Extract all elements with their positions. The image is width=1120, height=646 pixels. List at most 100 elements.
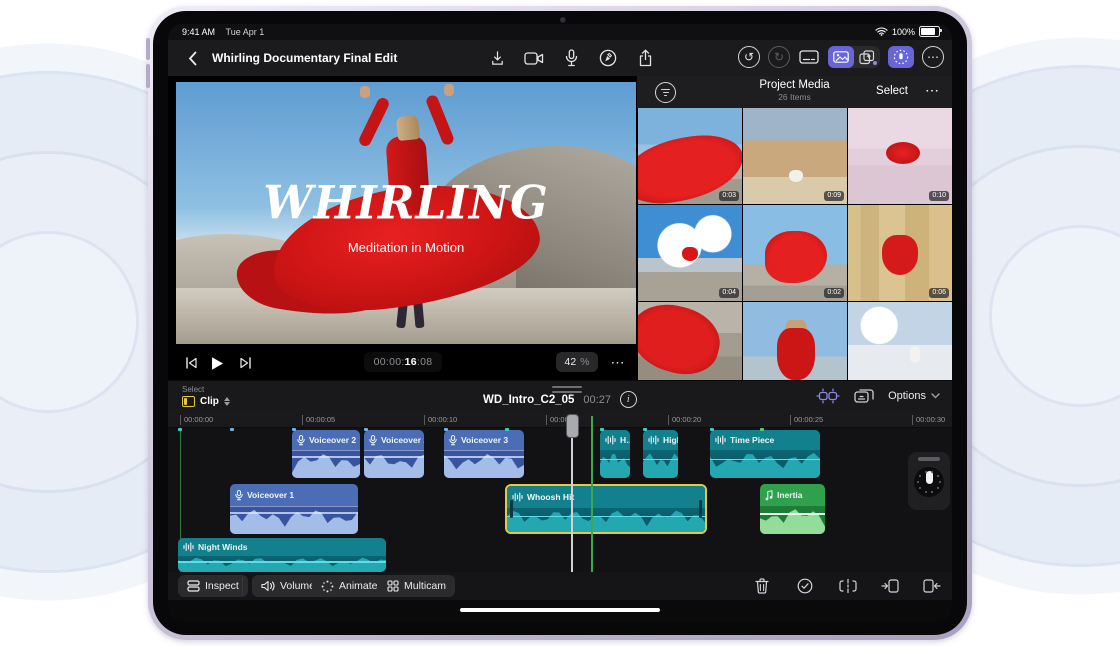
undo-icon[interactable]: ↺ — [738, 46, 760, 68]
overlay-icon[interactable] — [854, 388, 874, 404]
trim-handle-left[interactable] — [510, 500, 513, 518]
clip-marker — [178, 428, 182, 431]
mic-icon[interactable] — [560, 47, 582, 69]
timeline-clip-duration: 00:27 — [583, 394, 611, 406]
timeline-clip[interactable]: Voiceover 2 — [292, 430, 360, 478]
thumbnail-figure — [682, 247, 698, 261]
media-more-icon[interactable]: ⋯ — [925, 82, 940, 99]
volume-line[interactable] — [444, 456, 524, 458]
video-subtitle-overlay: Meditation in Motion — [176, 240, 636, 255]
jog-dial-pip — [937, 475, 939, 477]
insert-left-icon[interactable] — [880, 576, 900, 596]
animate-icon — [321, 580, 334, 593]
media-thumbnail[interactable] — [638, 302, 742, 380]
filter-icon[interactable] — [655, 82, 676, 103]
jog-knob[interactable] — [926, 471, 933, 484]
split-clip-icon[interactable] — [838, 576, 858, 596]
media-thumbnail[interactable]: 0:02 — [743, 205, 847, 301]
inspect-button[interactable]: Inspect — [178, 575, 248, 597]
toolbar-divider — [242, 577, 243, 595]
timeline-clip[interactable]: Inertia — [760, 484, 825, 534]
page: 9:41 AM Tue Apr 1 100% — [0, 0, 1120, 646]
back-button[interactable] — [182, 48, 202, 68]
skimmer-line — [591, 416, 593, 572]
media-thumbnail[interactable]: 0:09 — [743, 108, 847, 204]
timeline-clip[interactable]: Time Piece — [710, 430, 820, 478]
effects-browser-icon[interactable] — [854, 46, 880, 68]
viewer-more-icon[interactable]: ⋯ — [606, 352, 630, 372]
volume-line[interactable] — [178, 561, 386, 563]
video-viewer[interactable]: WHIRLING Meditation in Motion — [176, 82, 636, 344]
home-area — [168, 600, 952, 622]
volume-line[interactable] — [292, 456, 360, 458]
volume-line[interactable] — [643, 459, 678, 461]
zoom-level[interactable]: 42 % — [556, 352, 598, 372]
jog-wheel-widget[interactable] — [908, 452, 950, 510]
media-thumbnail[interactable]: 0:04 — [638, 205, 742, 301]
jog-dial-pip — [919, 475, 921, 477]
timeline-clip[interactable]: Voiceover 1 — [230, 484, 358, 534]
play-button[interactable] — [206, 352, 228, 374]
insert-right-icon[interactable] — [922, 576, 942, 596]
import-icon[interactable] — [486, 47, 508, 69]
media-browser-icon[interactable] — [828, 46, 854, 68]
media-thumbnail[interactable]: 0:10 — [848, 108, 952, 204]
jog-dial[interactable] — [914, 467, 944, 497]
browser-toggle-group — [828, 46, 880, 68]
volume-line[interactable] — [507, 516, 705, 518]
media-thumbnail[interactable] — [743, 302, 847, 380]
timeline-clip[interactable]: Voiceover 2 — [364, 430, 424, 478]
volume-line[interactable] — [230, 512, 358, 514]
timeline[interactable]: 00:00:0000:00:0500:00:1000:00:1500:00:20… — [168, 414, 952, 572]
media-thumbnail[interactable]: 0:03 — [638, 108, 742, 204]
playhead-handle[interactable] — [566, 414, 579, 438]
camera-icon[interactable] — [523, 47, 545, 69]
viewer-panel: WHIRLING Meditation in Motion — [168, 76, 637, 380]
skip-to-start-button[interactable] — [180, 352, 202, 374]
skip-to-end-button[interactable] — [234, 352, 256, 374]
home-indicator[interactable] — [460, 608, 660, 612]
status-time: 9:41 AM — [182, 27, 215, 37]
media-thumbnail[interactable] — [848, 302, 952, 380]
animate-button[interactable]: Animate — [312, 575, 387, 597]
volume-line[interactable] — [600, 459, 630, 461]
info-icon[interactable]: i — [620, 391, 637, 408]
media-thumbnail[interactable]: 0:06 — [848, 205, 952, 301]
trash-icon[interactable] — [752, 576, 772, 596]
volume-line[interactable] — [364, 456, 424, 458]
more-icon[interactable]: ⋯ — [922, 46, 944, 68]
multicam-button[interactable]: Multicam — [378, 575, 455, 597]
inspector-icon — [187, 580, 200, 592]
jog-dial-pip — [917, 481, 919, 483]
share-icon[interactable] — [634, 47, 656, 69]
timeline-clip[interactable]: Voiceover 3 — [444, 430, 524, 478]
options-button[interactable]: Options — [888, 390, 940, 402]
jog-dial-pip — [925, 491, 927, 493]
jog-wheel-icon[interactable] — [888, 46, 914, 68]
magnetic-clips-icon[interactable] — [816, 388, 840, 404]
clip-marker — [505, 428, 509, 431]
audio-waveform — [507, 508, 705, 532]
captions-icon[interactable] — [798, 46, 820, 68]
timeline-header: Select Clip WD_Intro_C2_05 00:27 i — [168, 380, 952, 415]
timeline-clip[interactable]: Night Winds — [178, 538, 386, 572]
clip-marker — [760, 428, 764, 431]
clip-name: Night Winds — [198, 542, 248, 552]
timeline-clip[interactable]: High… — [643, 430, 678, 478]
clip-name: Inertia — [777, 490, 803, 500]
timeline-clip[interactable]: H… — [600, 430, 630, 478]
thumbnail-duration: 0:10 — [929, 191, 949, 201]
playhead[interactable] — [571, 416, 573, 572]
clip-marker — [710, 428, 714, 431]
music-note-icon — [765, 490, 773, 501]
volume-line[interactable] — [760, 513, 825, 515]
enable-clip-icon[interactable] — [795, 576, 815, 596]
pencil-tool-icon[interactable] — [597, 47, 619, 69]
clip-marker — [364, 428, 368, 431]
select-button[interactable]: Select — [876, 85, 908, 97]
trim-handle-right[interactable] — [699, 500, 702, 518]
timeline-clip[interactable]: Whoosh Hit — [505, 484, 707, 534]
timecode-display[interactable]: 00:00:16:08 — [364, 352, 442, 372]
volume-line[interactable] — [710, 459, 820, 461]
jog-drag-handle[interactable] — [918, 457, 940, 461]
